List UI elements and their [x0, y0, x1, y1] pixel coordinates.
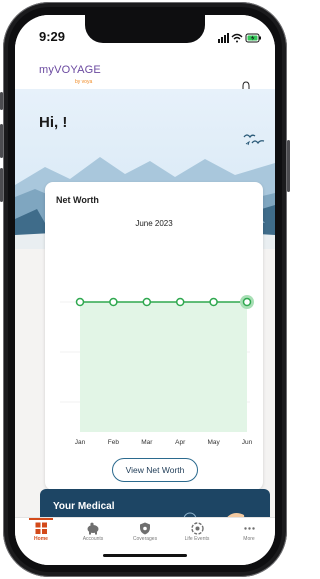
tab-home-label: Home: [34, 536, 48, 542]
net-worth-card: Net Worth June 2023 Jan Feb Mar Apr May Jun V…: [45, 182, 263, 490]
more-icon: [243, 527, 255, 530]
tab-accounts-label: Accounts: [82, 536, 104, 542]
tab-coverages[interactable]: Coverages: [119, 522, 171, 542]
life-events-icon: [190, 522, 204, 535]
wifi-icon: [231, 33, 243, 43]
net-worth-chart: Jan Feb Mar Apr May Jun: [60, 295, 254, 446]
data-point-may: [209, 297, 218, 307]
status-time: 9:29: [39, 29, 66, 44]
view-net-worth-button[interactable]: View Net Worth: [112, 458, 198, 482]
volume-up-button: [0, 124, 3, 158]
shield-icon: [140, 522, 150, 535]
data-point-jan: [75, 297, 85, 307]
data-point-feb: [109, 297, 118, 307]
chart-x-labels: Jan Feb Mar Apr May Jun: [75, 439, 253, 446]
status-icons: [218, 33, 261, 43]
app-logo-sub: by voya: [75, 79, 93, 85]
piggy-bank-icon: [87, 522, 99, 535]
medical-card-title: Your Medical: [53, 501, 115, 512]
greeting-text: Hi, !: [39, 114, 68, 131]
area-fill: [80, 302, 247, 432]
birds-icon: [243, 134, 265, 146]
notch: [85, 15, 205, 43]
data-point-mar: [142, 297, 152, 307]
bottom-tab-bar: Home Accounts Coverages Life Events More: [15, 517, 275, 565]
active-tab-indicator: [29, 518, 53, 520]
phone-screen: 9:29 myVOYAGE by voya Hi, ! Net Worth Ju…: [15, 15, 275, 565]
power-button: [287, 140, 290, 192]
battery-icon: [245, 33, 261, 43]
x-tick-label: Jan: [75, 439, 86, 446]
x-tick-label: Mar: [141, 439, 153, 446]
tab-life-events-label: Life Events: [184, 536, 210, 542]
tab-more[interactable]: More: [223, 522, 275, 542]
tab-more-label: More: [243, 536, 255, 542]
app-header: myVOYAGE by voya: [15, 47, 275, 93]
x-tick-label: May: [207, 439, 220, 446]
tab-coverages-label: Coverages: [132, 536, 158, 542]
x-tick-label: Apr: [175, 439, 186, 446]
x-tick-label: Jun: [242, 439, 253, 446]
data-point-apr: [175, 297, 185, 307]
home-indicator: [103, 554, 187, 557]
home-icon: [35, 522, 47, 534]
tab-life-events[interactable]: Life Events: [171, 522, 223, 542]
status-bar: 9:29: [15, 15, 275, 47]
app-logo: myVOYAGE: [39, 64, 101, 76]
volume-down-button: [0, 168, 3, 202]
x-tick-label: Feb: [108, 439, 120, 446]
data-point-jun: [242, 297, 252, 307]
tab-accounts[interactable]: Accounts: [67, 522, 119, 542]
signal-icon: [218, 33, 229, 43]
mute-switch: [0, 92, 3, 110]
chart-area: [80, 302, 247, 432]
tab-home[interactable]: Home: [15, 522, 67, 542]
